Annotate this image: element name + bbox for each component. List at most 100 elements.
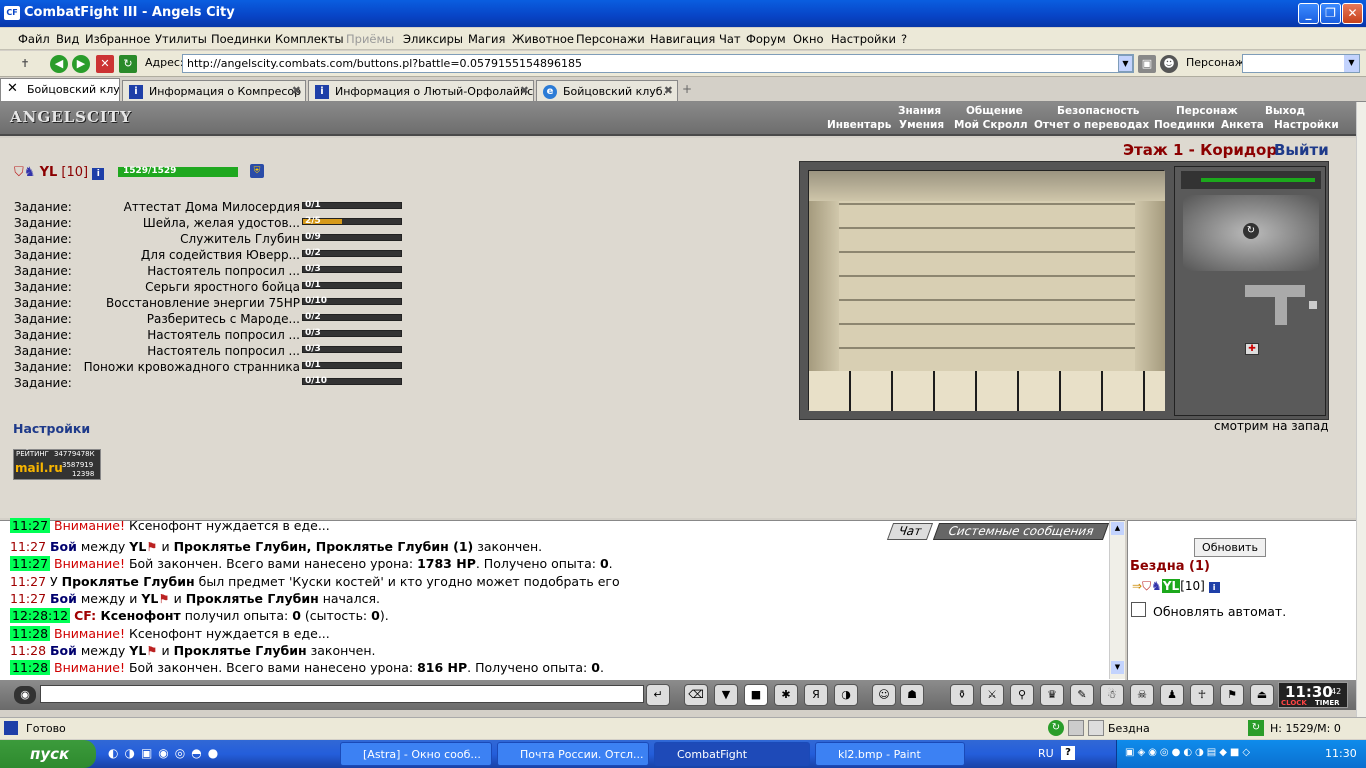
nav-character[interactable]: Персонаж <box>1176 105 1238 117</box>
maximize-button[interactable]: ❐ <box>1320 3 1341 24</box>
group-icon[interactable]: ☥ <box>1190 684 1214 706</box>
menu-navigation[interactable]: Навигация <box>650 32 715 46</box>
menu-utilities[interactable]: Утилиты <box>155 32 207 46</box>
member-name[interactable]: YL <box>1161 579 1181 593</box>
stop-icon[interactable]: ✕ <box>96 55 114 73</box>
menu-window[interactable]: Окно <box>793 32 824 46</box>
map-marker-icon[interactable]: ✚ <box>1245 343 1259 355</box>
chat-time[interactable]: 11:28 <box>10 660 51 676</box>
menu-animal[interactable]: Животное <box>512 32 574 46</box>
nav-inventory[interactable]: Инвентарь <box>827 119 891 131</box>
taskbar-item-combatfight[interactable]: CombatFight <box>654 742 810 766</box>
nav-skills[interactable]: Умения <box>899 119 944 131</box>
minimize-button[interactable]: _ <box>1298 3 1319 24</box>
menu-characters[interactable]: Персонажи <box>576 32 645 46</box>
eraser-icon[interactable]: ⌫ <box>684 684 708 706</box>
info-icon[interactable]: i <box>92 168 105 180</box>
nav-security[interactable]: Безопасность <box>1057 105 1139 117</box>
chat-tab[interactable]: Чат <box>886 523 934 540</box>
menu-help[interactable]: ? <box>901 32 907 46</box>
menu-forum[interactable]: Форум <box>746 32 786 46</box>
sword-icon[interactable]: ⚔ <box>980 684 1004 706</box>
task-name[interactable]: Настоятель попросил ... <box>147 328 300 342</box>
helmet-icon[interactable]: ☗ <box>900 684 924 706</box>
flag-icon[interactable]: ⚑ <box>1220 684 1244 706</box>
task-name[interactable]: Поножи кровожадного странника <box>84 360 300 374</box>
address-dropdown-icon[interactable]: ▼ <box>1118 55 1133 72</box>
menu-magic[interactable]: Магия <box>468 32 505 46</box>
forward-icon[interactable]: ▶ <box>72 55 90 73</box>
persona-select[interactable]: ▼ <box>1242 54 1360 73</box>
tab-fight-club[interactable]: ✕ Бойцовский клуб <box>0 78 120 102</box>
tab-info-lyuty[interactable]: i Информация о Лютый-Орфолайнс ✖ <box>308 80 534 102</box>
tab-info-kompresor[interactable]: i Информация о Компресор ✖ <box>122 80 306 102</box>
menu-chat[interactable]: Чат <box>719 32 741 46</box>
info-icon[interactable]: i <box>1208 582 1220 593</box>
exit-link[interactable]: Выйти <box>1274 141 1329 159</box>
exit-icon[interactable]: ⏏ <box>1250 684 1274 706</box>
page-scrollbar[interactable] <box>1356 102 1366 717</box>
translit-icon[interactable]: Я <box>804 684 828 706</box>
menu-favorites[interactable]: Избранное <box>85 32 150 46</box>
chat-time[interactable]: 11:27 <box>10 539 46 554</box>
task-name[interactable]: Настоятель попросил ... <box>147 344 300 358</box>
chat-time[interactable]: 12:28:12 <box>10 608 71 624</box>
language-indicator[interactable]: RU <box>1038 747 1054 760</box>
close-tab-icon[interactable]: ✖ <box>292 84 301 97</box>
fight-flag-icon[interactable]: ⚑ <box>146 539 157 554</box>
nav-settings[interactable]: Настройки <box>1274 119 1339 131</box>
quick-launch-icons[interactable]: ◐◑▣◉◎◓● <box>108 746 224 760</box>
crown-icon[interactable]: ♛ <box>1040 684 1064 706</box>
close-tab-icon[interactable]: ✕ <box>7 81 18 96</box>
scroll-icon[interactable]: ✎ <box>1070 684 1094 706</box>
nav-knowledge[interactable]: Знания <box>898 105 941 117</box>
chat-time[interactable]: 11:27 <box>10 518 51 533</box>
chat-time[interactable]: 11:27 <box>10 556 51 572</box>
page-icon[interactable]: ▣ <box>1138 55 1156 73</box>
chat-time[interactable]: 11:28 <box>10 643 46 658</box>
task-name[interactable]: Шейла, желая удостов... <box>143 216 300 230</box>
taskbar-item-paint[interactable]: kl2.bmp - Paint <box>815 742 965 766</box>
fight-flag-icon[interactable]: ⚑ <box>146 643 157 658</box>
menu-sets[interactable]: Комплекты <box>275 32 344 46</box>
new-tab-icon[interactable]: + <box>682 82 692 96</box>
member-row[interactable]: ⇒⛉♞YL[10] i <box>1132 579 1220 594</box>
people-icon[interactable]: ♟ <box>1160 684 1184 706</box>
speed-icon[interactable]: ◑ <box>834 684 858 706</box>
status-copy-icon[interactable] <box>1088 720 1104 736</box>
task-name[interactable]: Серьги яростного бойца <box>145 280 300 294</box>
chat-time[interactable]: 11:28 <box>10 625 51 641</box>
nav-transfers[interactable]: Отчет о переводах <box>1034 119 1149 131</box>
chat-input[interactable] <box>40 685 644 703</box>
taskbar-item-pochta[interactable]: Почта России. Отсл... <box>497 742 649 766</box>
chat-time[interactable]: 11:27 <box>10 574 46 589</box>
close-button[interactable]: ✕ <box>1342 3 1363 24</box>
private-icon[interactable]: ⇒ <box>1132 579 1142 593</box>
help-icon[interactable]: ? <box>1061 746 1075 760</box>
nav-communication[interactable]: Общение <box>966 105 1023 117</box>
nav-duels[interactable]: Поединки <box>1154 119 1215 131</box>
nav-exit[interactable]: Выход <box>1265 105 1305 117</box>
sack-icon[interactable]: ⚲ <box>1010 684 1034 706</box>
system-messages-tab[interactable]: Системные сообщения <box>932 523 1110 540</box>
settings-link[interactable]: Настройки <box>13 421 90 436</box>
skull-icon[interactable]: ☠ <box>1130 684 1154 706</box>
auto-refresh-checkbox[interactable] <box>1131 602 1146 617</box>
sound-icon[interactable]: ◉ <box>14 686 36 704</box>
menu-techniques[interactable]: Приёмы <box>346 32 394 46</box>
chat-scrollbar[interactable]: ▲ ▼ <box>1109 521 1125 679</box>
task-name[interactable]: Разберитесь с Мароде... <box>147 312 300 326</box>
task-name[interactable]: Аттестат Дома Милосердия <box>124 200 300 214</box>
persona-dropdown-icon[interactable]: ▼ <box>1344 55 1359 72</box>
close-tab-icon[interactable]: ✖ <box>520 84 529 97</box>
menu-settings[interactable]: Настройки <box>831 32 896 46</box>
direction-pad[interactable]: ↻ <box>1183 195 1319 271</box>
close-tab-icon[interactable]: ✖ <box>664 84 673 97</box>
fight-flag-icon[interactable]: ⚑ <box>158 591 169 606</box>
refresh-icon[interactable]: ↻ <box>119 55 137 73</box>
bag-icon[interactable]: ⚱ <box>950 684 974 706</box>
task-name[interactable]: Восстановление энергии 75HP <box>106 296 300 310</box>
status-refresh-icon[interactable]: ↻ <box>1048 720 1064 736</box>
users-icon[interactable]: ☻ <box>1160 55 1178 73</box>
mask-icon[interactable]: ☃ <box>1100 684 1124 706</box>
